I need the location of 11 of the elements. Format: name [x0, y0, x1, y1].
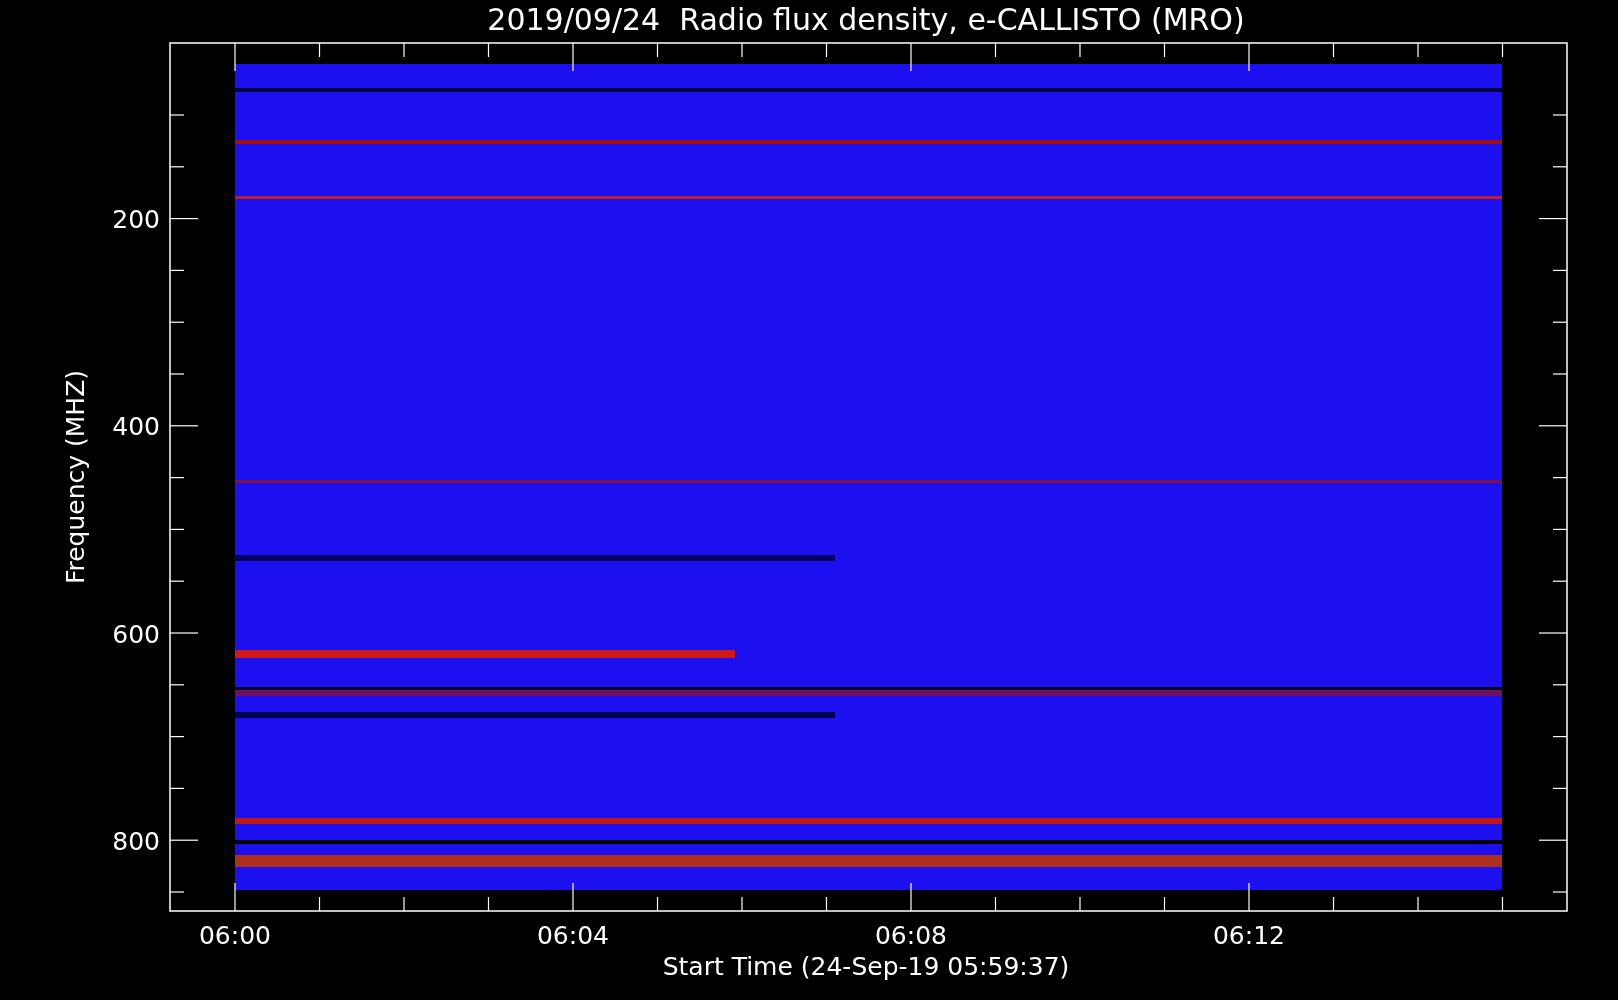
axis-label: Start Time (24-Sep-19 05:59:37)	[662, 952, 1070, 981]
chart-title: 2019/09/24 Radio flux density, e-CALLISTO (MRO)	[487, 2, 1245, 37]
tick-label: 600	[112, 619, 160, 649]
tick-label: 06:00	[199, 921, 271, 950]
axis-label: Frequency (MHZ)	[61, 369, 90, 585]
tick-label: 800	[112, 826, 160, 856]
tick-label: 200	[112, 205, 160, 234]
tick-label: 06:08	[875, 921, 947, 950]
tick-label: 400	[112, 412, 160, 442]
tick-label: 06:04	[537, 921, 609, 950]
tick-label: 06:12	[1213, 921, 1285, 950]
